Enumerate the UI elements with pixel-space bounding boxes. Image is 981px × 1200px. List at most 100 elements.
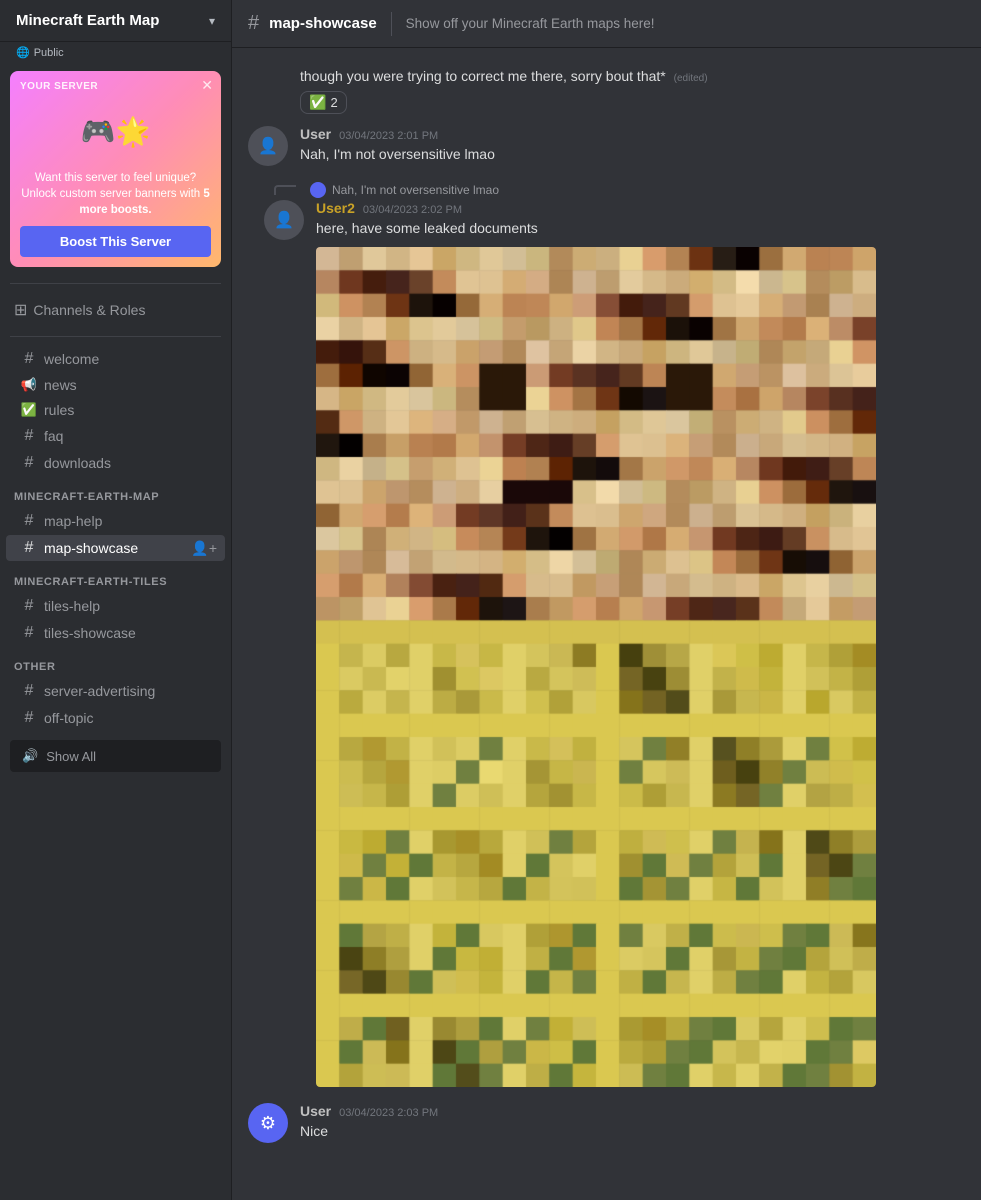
channel-name: server-advertising bbox=[44, 683, 155, 699]
channel-name: rules bbox=[44, 402, 74, 418]
channel-item-left: 📢 news bbox=[20, 377, 77, 393]
avatar: ⚙ bbox=[248, 1103, 288, 1143]
hash-icon: # bbox=[20, 624, 38, 642]
sidebar-item-map-help[interactable]: # map-help bbox=[6, 508, 225, 534]
sidebar-item-news[interactable]: 📢 news bbox=[6, 373, 225, 397]
message-row: ⚙ User 03/04/2023 2:03 PM Nice bbox=[232, 1101, 981, 1145]
reply-line-icon bbox=[274, 185, 296, 195]
sidebar-item-faq[interactable]: # faq bbox=[6, 423, 225, 449]
channel-item-left: # off-topic bbox=[20, 709, 94, 727]
message-text: though you were trying to correct me the… bbox=[300, 66, 965, 87]
hash-icon: # bbox=[20, 539, 38, 557]
boost-card-image: 🎮🌟 bbox=[20, 96, 211, 166]
channels-roles-item[interactable]: ⊞ Channels & Roles bbox=[0, 292, 231, 328]
channel-item-left: # map-help bbox=[20, 512, 102, 530]
hash-icon: # bbox=[20, 427, 38, 445]
sidebar: Minecraft Earth Map ▾ 🌐 Public ✕ Your Se… bbox=[0, 0, 232, 1200]
channel-name: downloads bbox=[44, 455, 111, 471]
show-all-button[interactable]: 🔊 Show All bbox=[10, 740, 221, 772]
boost-card-label: Your Server bbox=[20, 81, 211, 92]
sidebar-item-welcome[interactable]: # welcome bbox=[6, 346, 225, 372]
channel-item-left: # downloads bbox=[20, 454, 111, 472]
reply-preview: Nah, I'm not oversensitive lmao bbox=[248, 182, 499, 198]
reaction-count: 2 bbox=[330, 95, 337, 110]
hash-icon: # bbox=[20, 682, 38, 700]
channel-name: tiles-help bbox=[44, 598, 100, 614]
group-label-minecraft-earth-tiles: MINECRAFT-EARTH-TILES bbox=[0, 562, 231, 592]
sidebar-item-off-topic[interactable]: # off-topic bbox=[6, 705, 225, 731]
sidebar-item-server-advertising[interactable]: # server-advertising bbox=[6, 678, 225, 704]
message-content-area: User2 03/04/2023 2:02 PM here, have some… bbox=[316, 200, 965, 1087]
channel-name: faq bbox=[44, 428, 63, 444]
channel-name: off-topic bbox=[44, 710, 94, 726]
reply-avatar bbox=[310, 182, 326, 198]
hash-icon: # bbox=[20, 454, 38, 472]
channel-item-left: # server-advertising bbox=[20, 682, 155, 700]
channel-hash-icon: # bbox=[248, 12, 259, 35]
hash-icon: # bbox=[20, 597, 38, 615]
channel-item-left: # welcome bbox=[20, 350, 99, 368]
grouped-channels: MINECRAFT-EARTH-MAP # map-help # map-sho… bbox=[0, 477, 231, 732]
message-content: though you were trying to correct me the… bbox=[300, 66, 965, 114]
channel-name: welcome bbox=[44, 351, 99, 367]
channel-item-left: ✅ rules bbox=[20, 402, 74, 418]
channel-header-description: Show off your Minecraft Earth maps here! bbox=[406, 16, 655, 31]
speaker-icon: 🔊 bbox=[22, 748, 38, 764]
channel-item-left: # tiles-showcase bbox=[20, 624, 136, 642]
sidebar-divider-2 bbox=[10, 336, 221, 337]
server-visibility-badge: 🌐 Public bbox=[0, 42, 231, 63]
boost-card-text: Want this server to feel unique? Unlock … bbox=[20, 170, 211, 218]
server-header[interactable]: Minecraft Earth Map ▾ bbox=[0, 0, 231, 42]
message-row: though you were trying to correct me the… bbox=[232, 64, 981, 116]
sidebar-item-downloads[interactable]: # downloads bbox=[6, 450, 225, 476]
message-text: Nice bbox=[300, 1121, 965, 1142]
boost-server-button[interactable]: Boost This Server bbox=[20, 226, 211, 257]
message-content-area: User 03/04/2023 2:03 PM Nice bbox=[300, 1103, 965, 1142]
message-row: Nah, I'm not oversensitive lmao 👤 User2 … bbox=[232, 180, 981, 1089]
sidebar-item-rules[interactable]: ✅ rules bbox=[6, 398, 225, 422]
message-text: Nah, I'm not oversensitive lmao bbox=[300, 144, 965, 165]
sidebar-item-tiles-showcase[interactable]: # tiles-showcase bbox=[6, 620, 225, 646]
reply-text: Nah, I'm not oversensitive lmao bbox=[332, 183, 499, 197]
server-chevron-icon: ▾ bbox=[209, 14, 215, 28]
channel-item-left: # tiles-help bbox=[20, 597, 100, 615]
channel-name: tiles-showcase bbox=[44, 625, 136, 641]
message-content-area: User 03/04/2023 2:01 PM Nah, I'm not ove… bbox=[300, 126, 965, 165]
message-header: User2 03/04/2023 2:02 PM bbox=[316, 200, 965, 216]
message-image[interactable] bbox=[316, 247, 876, 1087]
globe-icon: 🌐 bbox=[16, 46, 30, 59]
channel-name: map-showcase bbox=[44, 540, 138, 556]
header-divider bbox=[391, 12, 392, 36]
checkmark-icon: ✅ bbox=[309, 94, 326, 111]
rules-icon: ✅ bbox=[20, 402, 38, 418]
sidebar-item-map-showcase[interactable]: # map-showcase 👤+ bbox=[6, 535, 225, 561]
grid-icon: ⊞ bbox=[14, 300, 27, 320]
message-header: User 03/04/2023 2:01 PM bbox=[300, 126, 965, 142]
server-name: Minecraft Earth Map bbox=[16, 12, 159, 29]
reaction-button[interactable]: ✅ 2 bbox=[300, 91, 347, 114]
channel-item-left: # faq bbox=[20, 427, 63, 445]
avatar: 👤 bbox=[248, 126, 288, 166]
messages-container[interactable]: though you were trying to correct me the… bbox=[232, 48, 981, 1200]
channel-header: # map-showcase Show off your Minecraft E… bbox=[232, 0, 981, 48]
channel-item-left: # map-showcase bbox=[20, 539, 138, 557]
sidebar-divider bbox=[10, 283, 221, 284]
add-member-icon[interactable]: 👤+ bbox=[191, 540, 217, 557]
announcement-icon: 📢 bbox=[20, 377, 38, 393]
group-label-minecraft-earth-map: MINECRAFT-EARTH-MAP bbox=[0, 477, 231, 507]
message-row: 👤 User 03/04/2023 2:01 PM Nah, I'm not o… bbox=[232, 124, 981, 168]
channel-name: news bbox=[44, 377, 77, 393]
main-content: # map-showcase Show off your Minecraft E… bbox=[232, 0, 981, 1200]
message-header: User 03/04/2023 2:03 PM bbox=[300, 1103, 965, 1119]
channel-name: map-help bbox=[44, 513, 102, 529]
ungrouped-channels: # welcome 📢 news ✅ rules # faq # downloa… bbox=[0, 345, 231, 477]
hash-icon: # bbox=[20, 350, 38, 368]
hash-icon: # bbox=[20, 512, 38, 530]
close-icon[interactable]: ✕ bbox=[201, 77, 213, 94]
hash-icon: # bbox=[20, 709, 38, 727]
avatar: 👤 bbox=[264, 200, 304, 240]
boost-card: ✕ Your Server 🎮🌟 Want this server to fee… bbox=[10, 71, 221, 267]
sidebar-item-tiles-help[interactable]: # tiles-help bbox=[6, 593, 225, 619]
message-text: here, have some leaked documents bbox=[316, 218, 965, 239]
channels-roles-label: Channels & Roles bbox=[33, 302, 145, 318]
